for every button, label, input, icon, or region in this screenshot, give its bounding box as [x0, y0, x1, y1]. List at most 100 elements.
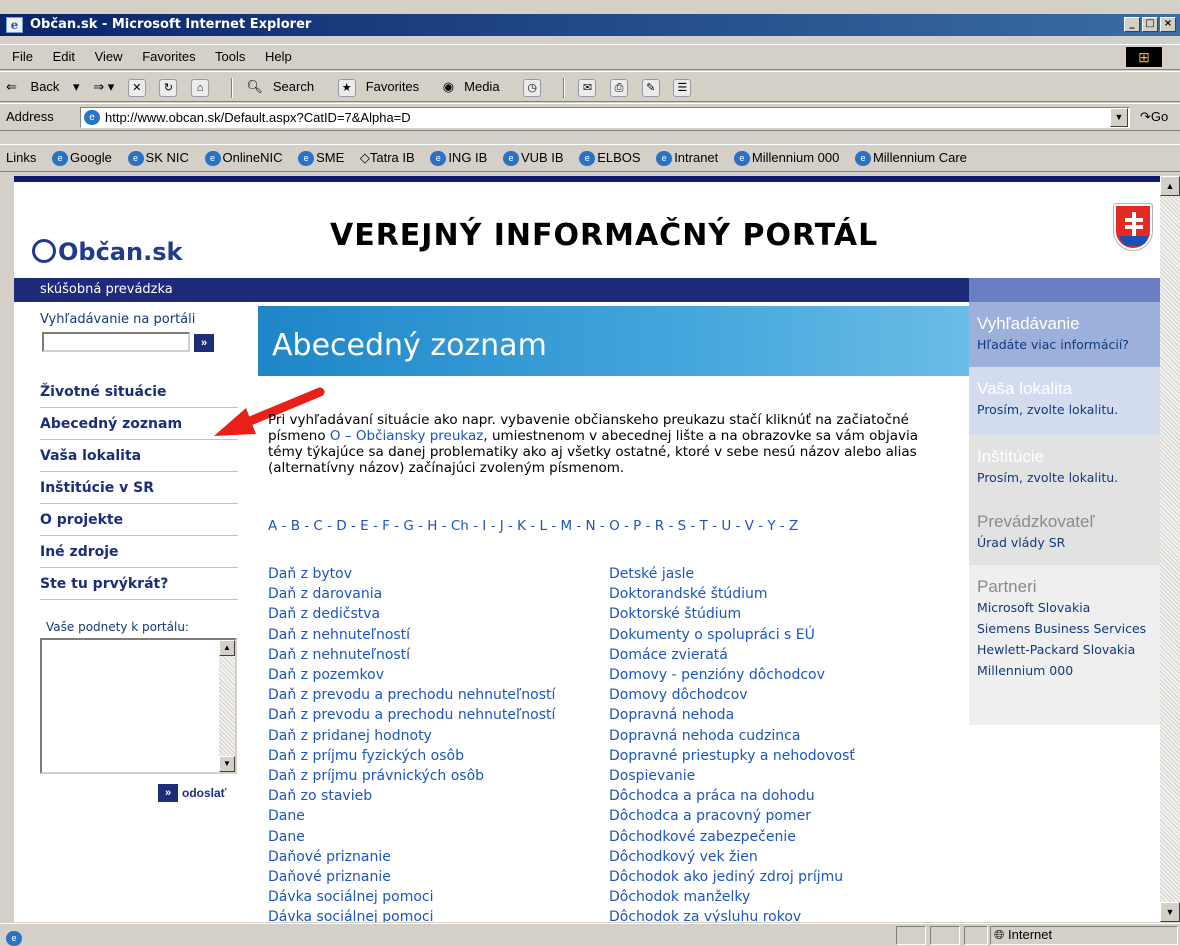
topic-link[interactable]: Dávka sociálnej pomoci [268, 907, 608, 922]
link-vubib[interactable]: e VUB IB [502, 150, 564, 167]
discuss-icon[interactable]: ☰ [673, 78, 692, 97]
feedback-textarea[interactable]: ▲ ▼ [40, 638, 237, 774]
media-button[interactable]: ◉ Media [443, 79, 510, 94]
page-scrollbar[interactable]: ▲ ▼ [1160, 176, 1180, 922]
nav-institucie[interactable]: Inštitúcie v SR [40, 472, 238, 504]
menu-file[interactable]: File [12, 49, 33, 64]
stop-icon[interactable]: ✕ [127, 78, 146, 97]
close-button[interactable]: × [1160, 17, 1176, 32]
favorites-button[interactable]: ★ Favorites [337, 78, 429, 97]
link-onlinenic[interactable]: e OnlineNIC [204, 150, 282, 167]
menu-edit[interactable]: Edit [53, 49, 75, 64]
partner-link[interactable]: Hewlett-Packard Slovakia [977, 641, 1174, 659]
scroll-down-icon[interactable]: ▼ [219, 756, 235, 772]
history-icon[interactable]: ◷ [523, 78, 542, 97]
topic-link[interactable]: Daň z nehnuteľností [268, 625, 608, 645]
mail-icon[interactable]: ✉ [578, 78, 597, 97]
topic-link[interactable]: Detské jasle [609, 564, 949, 584]
forward-button[interactable]: ⇒ ▾ [93, 79, 114, 94]
topic-link[interactable]: Domovy - penzióny dôchodcov [609, 665, 949, 685]
alphabet-bar[interactable]: A - B - C - D - E - F - G - H - Ch - I -… [268, 518, 798, 534]
topic-link[interactable]: Daň z pridanej hodnoty [268, 726, 608, 746]
scroll-up-icon[interactable]: ▲ [1160, 176, 1180, 196]
topic-link[interactable]: Dane [268, 806, 608, 826]
topic-link[interactable]: Daň z nehnuteľností [268, 645, 608, 665]
section-link[interactable]: Prosím, zvolte lokalitu. [977, 401, 1174, 419]
link-elbos[interactable]: e ELBOS [579, 150, 641, 167]
topic-link[interactable]: Daň z dedičstva [268, 604, 608, 624]
topic-link[interactable]: Daň zo stavieb [268, 786, 608, 806]
menu-view[interactable]: View [95, 49, 123, 64]
topic-link[interactable]: Dospievanie [609, 766, 949, 786]
topic-link[interactable]: Domáce zvieratá [609, 645, 949, 665]
intro-link[interactable]: O – Občiansky preukaz [330, 428, 483, 444]
portal-search-input[interactable] [42, 332, 190, 352]
home-icon[interactable]: ⌂ [191, 78, 210, 97]
topic-link[interactable]: Dávka sociálnej pomoci [268, 887, 608, 907]
topic-link[interactable]: Dane [268, 827, 608, 847]
nav-abecedny-zoznam[interactable]: Abecedný zoznam [40, 408, 238, 440]
address-dropdown-button[interactable]: ▼ [1110, 108, 1128, 127]
link-millennium000[interactable]: e Millennium 000 [733, 150, 839, 167]
topic-link[interactable]: Daň z pozemkov [268, 665, 608, 685]
topic-link[interactable]: Dopravná nehoda cudzinca [609, 726, 949, 746]
go-button[interactable]: ↷Go [1140, 104, 1168, 130]
feedback-scrollbar[interactable]: ▲ ▼ [219, 640, 235, 772]
nav-vasa-lokalita[interactable]: Vaša lokalita [40, 440, 238, 472]
topic-link[interactable]: Dopravné priestupky a nehodovosť [609, 746, 949, 766]
link-tatraib[interactable]: ◇Tatra IB [360, 150, 415, 165]
partner-link[interactable]: Siemens Business Services [977, 620, 1174, 638]
search-button[interactable]: 🔍︎ Search [246, 79, 324, 94]
send-link[interactable]: odoslať [182, 786, 226, 800]
topic-link[interactable]: Doktorandské štúdium [609, 584, 949, 604]
print-icon[interactable]: ⎙ [610, 78, 629, 97]
partner-link[interactable]: Microsoft Slovakia [977, 599, 1174, 617]
partner-link[interactable]: Millennium 000 [977, 662, 1174, 680]
topic-link[interactable]: Dôchodca a práca na dohodu [609, 786, 949, 806]
nav-o-projekte[interactable]: O projekte [40, 504, 238, 536]
link-google[interactable]: e Google [51, 150, 112, 167]
topic-link[interactable]: Dopravná nehoda [609, 705, 949, 725]
maximize-button[interactable]: □ [1142, 17, 1158, 32]
link-ingib[interactable]: e ING IB [430, 150, 487, 167]
topic-link[interactable]: Domovy dôchodcov [609, 685, 949, 705]
nav-ine-zdroje[interactable]: Iné zdroje [40, 536, 238, 568]
section-link[interactable]: Prosím, zvolte lokalitu. [977, 469, 1174, 487]
topic-link[interactable]: Daňové priznanie [268, 847, 608, 867]
topic-link[interactable]: Daň z prevodu a prechodu nehnuteľností [268, 705, 608, 725]
topic-link[interactable]: Dôchodok za výsluhu rokov [609, 907, 949, 922]
send-icon[interactable]: » [158, 784, 178, 802]
site-logo[interactable]: Občan.sk [32, 238, 182, 266]
edit-icon[interactable]: ✎ [641, 78, 660, 97]
link-millenniumcare[interactable]: e Millennium Care [854, 150, 967, 167]
section-link[interactable]: Hľadáte viac informácií? [977, 336, 1174, 354]
refresh-icon[interactable]: ↻ [159, 78, 178, 97]
topic-link[interactable]: Doktorské štúdium [609, 604, 949, 624]
topic-link[interactable]: Dôchodkový vek žien [609, 847, 949, 867]
scroll-up-icon[interactable]: ▲ [219, 640, 235, 656]
link-sme[interactable]: e SME [298, 150, 344, 167]
topic-link[interactable]: Dôchodok manželky [609, 887, 949, 907]
topic-link[interactable]: Dokumenty o spolupráci s EÚ [609, 625, 949, 645]
nav-ste-tu-prvykrat[interactable]: Ste tu prvýkrát? [40, 568, 238, 600]
link-sknic[interactable]: e SK NIC [127, 150, 189, 167]
address-input[interactable]: http://www.obcan.sk/Default.aspx?CatID=7… [80, 107, 1130, 128]
link-intranet[interactable]: e Intranet [656, 150, 718, 167]
topic-link[interactable]: Daň z bytov [268, 564, 608, 584]
topic-link[interactable]: Dôchodca a pracovný pomer [609, 806, 949, 826]
topic-link[interactable]: Dôchodkové zabezpečenie [609, 827, 949, 847]
scroll-down-icon[interactable]: ▼ [1160, 902, 1180, 922]
topic-link[interactable]: Daň z darovania [268, 584, 608, 604]
back-button[interactable]: ⇐ Back ▾ [6, 79, 80, 94]
minimize-button[interactable]: _ [1124, 17, 1140, 32]
menu-tools[interactable]: Tools [215, 49, 245, 64]
topic-link[interactable]: Daň z príjmu právnických osôb [268, 766, 608, 786]
nav-zivotne-situacie[interactable]: Životné situácie [40, 376, 238, 408]
topic-link[interactable]: Dôchodok ako jediný zdroj príjmu [609, 867, 949, 887]
topic-link[interactable]: Daň z príjmu fyzických osôb [268, 746, 608, 766]
search-submit-button[interactable]: » [194, 334, 214, 352]
menu-favorites[interactable]: Favorites [142, 49, 195, 64]
topic-link[interactable]: Daňové priznanie [268, 867, 608, 887]
topic-link[interactable]: Daň z prevodu a prechodu nehnuteľností [268, 685, 608, 705]
menu-help[interactable]: Help [265, 49, 292, 64]
